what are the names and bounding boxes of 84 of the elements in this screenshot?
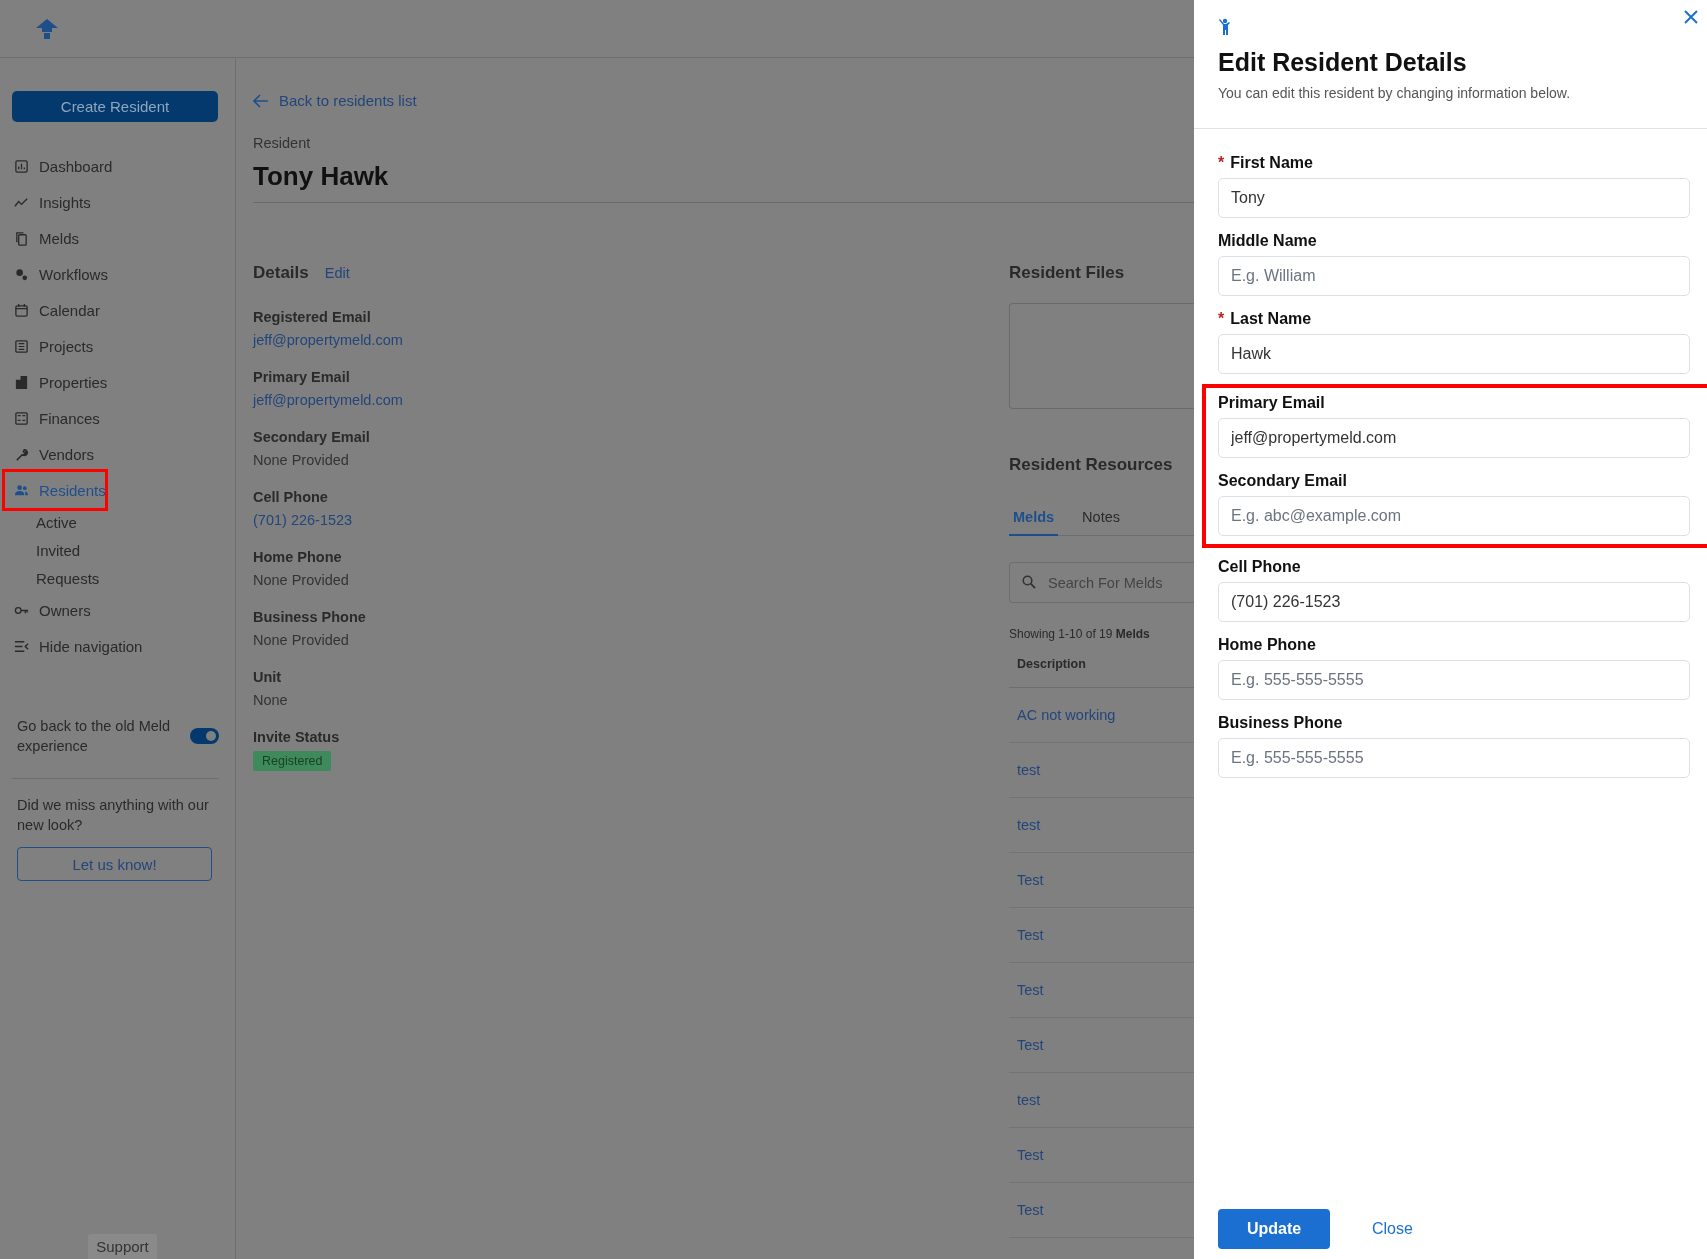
required-asterisk: * [1218,154,1225,172]
search-icon [1022,575,1036,589]
toggle-label: Go back to the old Meld experience [17,717,172,756]
page-eyebrow: Resident [253,135,311,151]
field-label: Middle Name [1218,232,1317,250]
nav-icon [14,266,29,282]
nav-item[interactable]: Owners [12,592,219,628]
text-input[interactable]: jeff@propertymeld.com [1218,418,1690,458]
nav-item[interactable]: Calendar [12,292,219,328]
support-tab[interactable]: Support [88,1234,157,1259]
section-heading: Resident Resources [1009,455,1174,475]
text-input[interactable]: (701) 226-1523 [1218,582,1690,622]
nav-item[interactable]: Finances [12,400,219,436]
detail-link[interactable]: jeff@propertymeld.com [253,392,1009,408]
nav-icon [14,410,29,426]
back-link[interactable]: Back to residents list [253,92,417,109]
create-resident-button[interactable]: Create Resident [12,91,218,122]
nav-subitem[interactable]: Active [12,508,219,536]
panel-title: Edit Resident Details [1218,48,1468,77]
edit-link[interactable]: Edit [324,265,350,281]
text-input[interactable]: Tony [1218,178,1690,218]
panel-subtitle: You can edit this resident by changing information below. [1218,85,1572,101]
let-us-know-button[interactable]: Let us know! [17,847,212,881]
detail-label: Unit [253,669,283,685]
nav-icon [14,302,29,318]
search-field[interactable]: Search For Melds [1009,562,1197,603]
detail-label: Secondary Email [253,429,371,445]
nav-item[interactable]: Hide navigation [12,628,219,664]
arrow-left-icon [253,93,269,108]
required-asterisk: * [1218,310,1225,328]
nav-item[interactable]: Residents [5,472,105,508]
tab[interactable]: Melds [1009,503,1059,536]
nav-icon [14,638,29,654]
nav-item[interactable]: Melds [12,220,219,256]
toggle-switch[interactable] [190,728,219,744]
field-label: Last Name [1230,310,1312,328]
detail-label: Registered Email [253,309,372,325]
detail-label: Invite Status [253,729,341,745]
detail-value: None [253,692,289,708]
field-label: Cell Phone [1218,558,1301,576]
nav-icon [14,338,29,354]
nav-icon [14,230,29,246]
nav-item[interactable]: Dashboard [12,148,219,184]
status-badge: Registered [253,751,332,771]
nav-subitem[interactable]: Invited [12,536,219,564]
field-label: Primary Email [1218,394,1325,412]
detail-link[interactable]: (701) 226-1523 [253,512,1009,528]
close-link[interactable]: Close [1372,1220,1413,1238]
text-input[interactable]: E.g. 555-555-5555 [1218,660,1690,700]
field-label: First Name [1230,154,1313,172]
detail-value: None Provided [253,452,350,468]
nav-item[interactable]: Vendors [12,436,219,472]
nav-item[interactable]: Projects [12,328,219,364]
section-heading: Resident Files [1009,263,1126,283]
field-label: Home Phone [1218,636,1316,654]
field-label: Business Phone [1218,714,1343,732]
page-title: Tony Hawk [253,161,389,192]
detail-label: Business Phone [253,609,367,625]
feedback-text: Did we miss anything with our new look? [16,796,210,835]
text-input[interactable]: E.g. 555-555-5555 [1218,738,1690,778]
nav-icon [14,158,29,174]
detail-link[interactable]: jeff@propertymeld.com [253,332,1009,348]
text-input[interactable]: Hawk [1218,334,1690,374]
nav-item[interactable]: Insights [12,184,219,220]
update-button[interactable]: Update [1218,1209,1330,1249]
detail-value: None Provided [253,572,350,588]
text-input[interactable]: E.g. abc@example.com [1218,496,1690,536]
nav-item[interactable]: Workflows [12,256,219,292]
text-input[interactable]: E.g. William [1218,256,1690,296]
nav-icon [14,482,29,498]
field-label: Secondary Email [1218,472,1347,490]
nav-subitem[interactable]: Requests [12,564,219,592]
detail-label: Home Phone [253,549,343,565]
section-heading: Details [253,263,309,283]
detail-label: Cell Phone [253,489,329,505]
detail-value: None Provided [253,632,350,648]
logo-icon[interactable] [36,18,58,39]
nav-icon [14,374,29,390]
tab[interactable]: Notes [1078,503,1124,536]
nav-item[interactable]: Properties [12,364,219,400]
results-count: Showing 1-10 of 19 Melds [1009,627,1151,641]
person-waving-icon [1218,18,1232,36]
detail-label: Primary Email [253,369,351,385]
nav-icon [14,446,29,462]
